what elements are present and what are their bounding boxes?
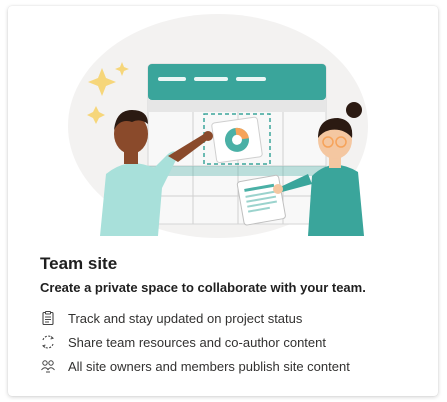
- card-subtitle: Create a private space to collaborate wi…: [40, 280, 366, 295]
- feature-label: Share team resources and co-author conte…: [68, 334, 326, 350]
- clipboard-icon: [40, 310, 56, 326]
- people-icon: [40, 358, 56, 374]
- sync-icon: [40, 334, 56, 350]
- team-site-card[interactable]: Team site Create a private space to coll…: [8, 6, 438, 396]
- feature-label: Track and stay updated on project status: [68, 310, 303, 326]
- feature-label: All site owners and members publish site…: [68, 358, 350, 374]
- card-title: Team site: [40, 254, 118, 273]
- feature-item: Track and stay updated on project status: [40, 306, 350, 330]
- team-collaboration-illustration: [68, 14, 368, 238]
- feature-item: All site owners and members publish site…: [40, 354, 350, 378]
- feature-item: Share team resources and co-author conte…: [40, 330, 350, 354]
- feature-list: Track and stay updated on project status…: [40, 306, 350, 378]
